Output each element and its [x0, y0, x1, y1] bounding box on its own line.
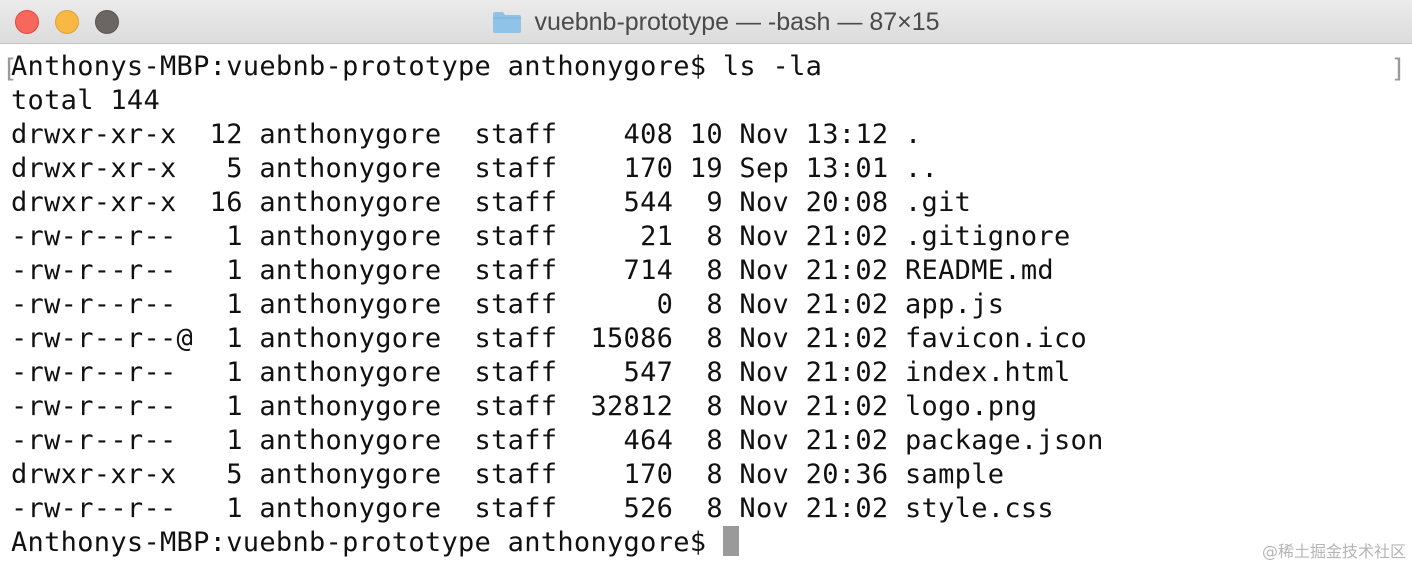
- terminal-line: -rw-r--r-- 1 anthonygore staff 0 8 Nov 2…: [11, 289, 1005, 320]
- terminal-line: drwxr-xr-x 16 anthonygore staff 544 9 No…: [11, 187, 972, 218]
- window-title-group: vuebnb-prototype — -bash — 87×15: [0, 0, 1412, 44]
- window-title: vuebnb-prototype — -bash — 87×15: [534, 7, 940, 36]
- terminal-line: total 144: [11, 85, 160, 116]
- terminal-line: drwxr-xr-x 12 anthonygore staff 408 10 N…: [11, 119, 922, 150]
- terminal-line: -rw-r--r-- 1 anthonygore staff 464 8 Nov…: [11, 425, 1104, 456]
- terminal-line: drwxr-xr-x 5 anthonygore staff 170 19 Se…: [11, 153, 939, 184]
- text-cursor: [722, 526, 739, 556]
- terminal-lines: Anthonys-MBP:vuebnb-prototype anthonygor…: [11, 50, 1104, 560]
- folder-icon: [493, 12, 522, 33]
- watermark: @稀土掘金技术社区: [1261, 542, 1406, 561]
- right-bracket-marker: ]: [1390, 54, 1406, 84]
- terminal-line: -rw-r--r-- 1 anthonygore staff 714 8 Nov…: [11, 255, 1054, 286]
- terminal-line: -rw-r--r-- 1 anthonygore staff 32812 8 N…: [11, 391, 1038, 422]
- shell-prompt: Anthonys-MBP:vuebnb-prototype anthonygor…: [11, 527, 723, 558]
- terminal-line: drwxr-xr-x 5 anthonygore staff 170 8 Nov…: [11, 459, 1005, 490]
- terminal-output[interactable]: [ ] Anthonys-MBP:vuebnb-prototype anthon…: [0, 44, 1412, 568]
- prompt-line[interactable]: Anthonys-MBP:vuebnb-prototype anthonygor…: [11, 526, 1104, 560]
- terminal-line: -rw-r--r-- 1 anthonygore staff 21 8 Nov …: [11, 221, 1071, 252]
- title-bar[interactable]: vuebnb-prototype — -bash — 87×15: [0, 0, 1412, 44]
- terminal-line: -rw-r--r-- 1 anthonygore staff 547 8 Nov…: [11, 357, 1071, 388]
- terminal-line: -rw-r--r--@ 1 anthonygore staff 15086 8 …: [11, 323, 1088, 354]
- terminal-window: vuebnb-prototype — -bash — 87×15 [ ] Ant…: [0, 0, 1412, 568]
- terminal-line: -rw-r--r-- 1 anthonygore staff 526 8 Nov…: [11, 493, 1054, 524]
- terminal-line: Anthonys-MBP:vuebnb-prototype anthonygor…: [11, 51, 823, 82]
